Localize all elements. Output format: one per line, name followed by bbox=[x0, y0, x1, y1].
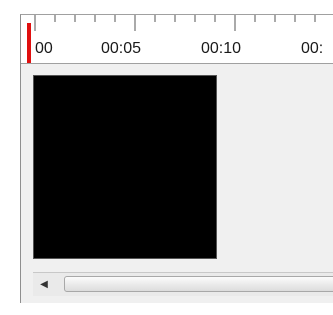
timeline-panel: 00 00:05 00:10 00: ◀ bbox=[20, 14, 333, 303]
ruler-label-3: 00: bbox=[301, 40, 323, 57]
horizontal-scrollbar[interactable]: ◀ bbox=[33, 272, 333, 296]
video-clip-thumbnail[interactable] bbox=[33, 75, 217, 259]
triangle-left-icon[interactable]: ◀ bbox=[33, 273, 55, 295]
ruler-label-0: 00 bbox=[35, 40, 53, 57]
scrollbar-thumb[interactable] bbox=[64, 276, 333, 292]
timeline-window: 00 00:05 00:10 00: ◀ bbox=[0, 0, 333, 315]
ruler-ticks bbox=[34, 15, 316, 31]
ruler-graphics: 00 00:05 00:10 00: bbox=[34, 15, 323, 57]
time-ruler[interactable]: 00 00:05 00:10 00: bbox=[21, 15, 333, 64]
ruler-label-1: 00:05 bbox=[101, 40, 141, 57]
playhead-marker[interactable] bbox=[27, 23, 31, 63]
ruler-label-2: 00:10 bbox=[201, 40, 241, 57]
